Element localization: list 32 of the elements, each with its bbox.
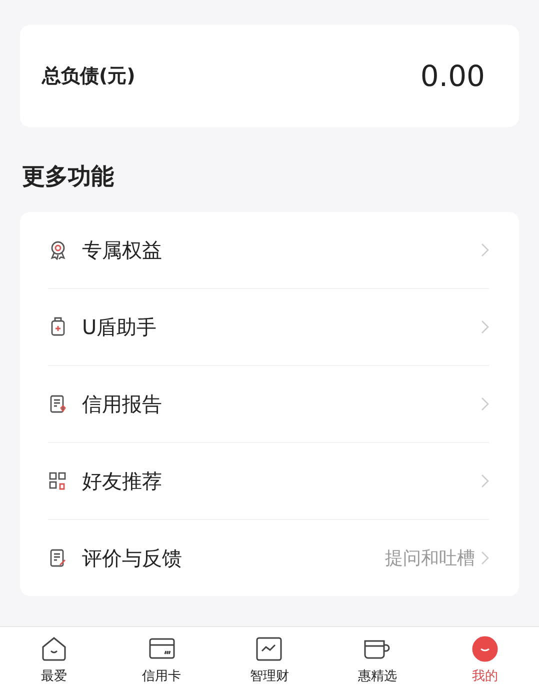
menu-item[interactable]: 评价与反馈 提问和吐槽 — [48, 520, 489, 596]
debt-label: 总负债(元) — [42, 64, 136, 89]
menu-label: U盾助手 — [82, 314, 158, 340]
chevron-right-icon — [481, 320, 489, 334]
menu-item[interactable]: 专属权益 — [48, 212, 489, 289]
menu-hint: 提问和吐槽 — [385, 547, 475, 570]
home-icon — [40, 636, 67, 662]
tab[interactable]: 最爱 — [0, 627, 108, 694]
document-icon — [48, 394, 68, 414]
menu-item[interactable]: 好友推荐 — [48, 443, 489, 520]
debt-amount: 0.00 — [420, 59, 485, 93]
smile-icon — [472, 636, 498, 662]
chevron-right-icon — [481, 397, 489, 411]
menu-item[interactable]: U盾助手 — [48, 289, 489, 366]
section-title: 更多功能 — [22, 163, 115, 192]
chevron-right-icon — [481, 243, 489, 257]
qr-code-icon — [48, 471, 68, 491]
menu-label: 信用报告 — [82, 390, 163, 418]
card-icon — [148, 636, 175, 662]
chart-icon — [256, 636, 282, 662]
tab[interactable]: 信用卡 — [108, 627, 216, 694]
menu-label: 好友推荐 — [82, 468, 163, 494]
chevron-right-icon — [481, 551, 489, 565]
medal-icon — [48, 240, 68, 260]
chevron-right-icon — [481, 474, 489, 488]
menu-item[interactable]: 信用报告 — [48, 366, 489, 443]
tab[interactable]: 智理财 — [216, 627, 324, 694]
menu-label: 评价与反馈 — [82, 544, 183, 572]
menu-label: 专属权益 — [82, 236, 163, 264]
tab[interactable]: 我的 — [431, 627, 539, 694]
edit-document-icon — [48, 548, 68, 568]
tab[interactable]: 惠精选 — [323, 627, 432, 694]
